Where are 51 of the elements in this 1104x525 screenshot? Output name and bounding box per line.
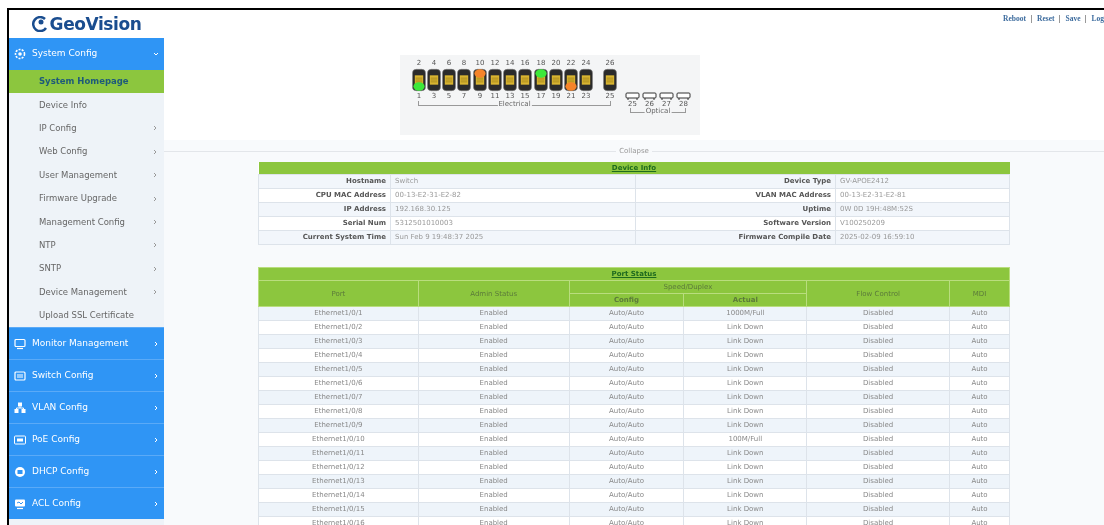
ethernet-port-icon[interactable] (549, 68, 563, 92)
sidebar-group[interactable]: System Config (9, 38, 164, 70)
ethernet-port-icon[interactable] (412, 68, 426, 92)
sidebar-group[interactable]: ACL Config (9, 487, 164, 520)
ethernet-port-icon[interactable] (473, 68, 487, 92)
ethernet-port-icon[interactable] (488, 68, 502, 92)
ethernet-port-icon[interactable] (518, 68, 532, 92)
ethernet-port-icon[interactable] (442, 68, 456, 92)
sidebar-item[interactable]: Upload SSL Certificate (9, 303, 164, 328)
ethernet-port-icon[interactable] (534, 68, 548, 92)
sidebar-item[interactable]: Firmware Upgrade (9, 186, 164, 211)
sidebar-item[interactable]: SNTP (9, 257, 164, 281)
ethernet-port-icon[interactable] (579, 68, 593, 92)
ethernet-port-icon[interactable] (427, 68, 441, 92)
optical-port-icon[interactable] (659, 92, 674, 100)
ethernet-port-icon[interactable] (564, 68, 578, 92)
ethernet-port-icon[interactable] (457, 68, 471, 92)
gear-icon (14, 48, 26, 60)
ethernet-port-icon[interactable] (503, 68, 517, 92)
sidebar-group[interactable]: VLAN Config (9, 391, 164, 424)
chevron-icon (153, 372, 159, 379)
sidebar-group[interactable]: Monitor Management (9, 327, 164, 360)
monitor-icon (14, 337, 26, 350)
logo-icon (31, 16, 48, 32)
network-icon (14, 401, 26, 414)
optical-port-icon[interactable] (625, 92, 640, 100)
chevron-icon (153, 468, 159, 475)
monitor-icon (14, 497, 26, 510)
sidebar-item[interactable]: User Management (9, 163, 164, 187)
sidebar-group[interactable]: DHCP Config (9, 455, 164, 488)
sidebar-item[interactable]: Device Management (9, 280, 164, 304)
switch-icon (14, 369, 26, 382)
sidebar-group[interactable]: PoE Config (9, 423, 164, 456)
optical-port-icon[interactable] (642, 92, 657, 100)
chevron-icon (153, 51, 159, 57)
chevron-icon (153, 340, 159, 347)
ethernet-port-icon[interactable] (603, 68, 617, 92)
sidebar-item[interactable]: Device Info (9, 93, 164, 117)
chevron-icon (153, 500, 159, 507)
logo-text: GeoVision (49, 15, 142, 33)
optical-port-icon[interactable] (676, 92, 691, 100)
sidebar-group[interactable]: Switch Config (9, 359, 164, 392)
poe-icon (14, 433, 26, 446)
chevron-icon (153, 436, 159, 443)
sidebar-item[interactable]: System Homepage (9, 70, 164, 94)
sidebar-item[interactable]: IP Config (9, 116, 164, 141)
sidebar-item[interactable]: NTP (9, 233, 164, 258)
sidebar-item[interactable]: Web Config (9, 140, 164, 164)
circle-icon (14, 465, 26, 478)
chevron-icon (153, 404, 159, 411)
sidebar-item[interactable]: Management Config (9, 210, 164, 234)
